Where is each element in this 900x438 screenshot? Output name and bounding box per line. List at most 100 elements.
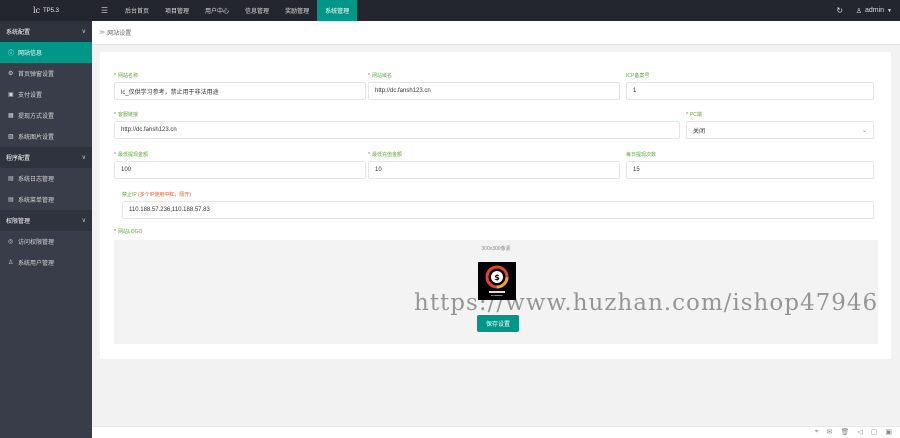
sound-icon[interactable]: ◁ (857, 428, 862, 436)
target-icon: ◎ (8, 239, 14, 245)
sidebar-group-program-config[interactable]: 程序配置 ∨ (0, 147, 92, 168)
top-bar: lc TP5.3 ☰ 后台首页 项目管理 用户中心 信息管理 奖励管理 系统管理… (0, 0, 900, 21)
chevron-down-icon: ⌄ (861, 127, 867, 134)
top-right-tools: ↻ ♙ admin ▼ (828, 0, 900, 21)
min-withdraw-label: 最低提现金额 (117, 152, 148, 158)
sidebar-item-label: 系统日志管理 (18, 177, 55, 183)
pc-end-select[interactable]: 关闭 ⌄ (686, 121, 874, 139)
site-name-input[interactable]: lc_仅供学习参考，禁止用于非法用途 (114, 82, 366, 100)
min-recharge-label: 最低充值金额 (371, 152, 402, 158)
sidebar-item-label: 访问权限管理 (18, 240, 55, 246)
sidebar-item-label: 系统用户管理 (18, 261, 55, 267)
daily-withdraw-input[interactable]: 15 (626, 161, 874, 179)
fullscreen-icon[interactable]: ▣ (885, 428, 892, 436)
logo-text: TP5.3 (43, 7, 60, 14)
sidebar-group-label: 程序配置 (6, 156, 31, 162)
min-withdraw-input[interactable]: 100 (114, 161, 366, 179)
app-logo[interactable]: lc TP5.3 (0, 0, 92, 21)
sidebar-item-site-info[interactable]: ⓘ 网站信息 (0, 42, 92, 63)
logo-label: 网站LOGO (117, 229, 143, 235)
ban-ip-hint: (多个IP使用中杠，隔开) (138, 192, 192, 198)
watermark-text: https://www.huzhan.com/ishop47946 (414, 290, 879, 316)
message-icon[interactable]: ✉ (827, 428, 833, 436)
chevron-down-icon: ∨ (81, 218, 86, 224)
payment-icon: ▣ (8, 92, 14, 98)
logo-mark: lc (32, 6, 41, 15)
footer-tools: ⌖ ✉ 🗑 ◁ ▢ ▣ (815, 428, 892, 436)
sidebar-group-label: 权限管理 (6, 219, 31, 225)
min-recharge-input[interactable]: 10 (368, 161, 620, 179)
save-button[interactable]: 保存设置 (477, 315, 519, 332)
sidebar-item-label: 提现方式设置 (18, 114, 55, 120)
sidebar-item-label: 网站信息 (18, 51, 43, 57)
download-link-label: 客服链接 (117, 112, 138, 118)
user-menu[interactable]: ♙ admin ▼ (852, 7, 900, 15)
sidebar-item-label: 系统菜单管理 (18, 198, 55, 204)
trash-icon[interactable]: 🗑 (840, 428, 849, 436)
footer-bar: ⌖ ✉ 🗑 ◁ ▢ ▣ (92, 426, 900, 438)
sidebar-item-image-settings[interactable]: ▨ 系统图片设置 (0, 126, 92, 147)
daily-withdraw-field: 每日提现次数 15 (626, 151, 874, 179)
sidebar-item-withdraw-settings[interactable]: ▦ 提现方式设置 (0, 105, 92, 126)
breadcrumb-label: 网站设置 (107, 31, 132, 37)
nav-item-system[interactable]: 系统管理 (317, 0, 358, 21)
pc-end-field: * PC端 关闭 ⌄ (686, 111, 874, 139)
window-icon[interactable]: ▢ (871, 428, 878, 436)
top-nav: 后台首页 项目管理 用户中心 信息管理 奖励管理 系统管理 (117, 0, 358, 21)
sidebar-item-label: 支付设置 (18, 93, 43, 99)
svg-text:$: $ (494, 273, 500, 282)
min-recharge-field: * 最低充值金额 10 (368, 151, 620, 179)
sidebar-group-system-config[interactable]: 系统配置 ∨ (0, 21, 92, 42)
sidebar-group-permissions[interactable]: 权限管理 ∨ (0, 210, 92, 231)
icp-field: ICP备案号 1 (626, 72, 874, 100)
icp-input[interactable]: 1 (626, 82, 874, 100)
logo-size-hint: 300x300像素 (481, 246, 511, 252)
daily-withdraw-label: 每日提现次数 (626, 152, 657, 158)
sidebar-item-popup-settings[interactable]: ⚙ 首页弹窗设置 (0, 63, 92, 84)
user-icon: ♙ (855, 7, 862, 15)
nav-item-users[interactable]: 用户中心 (197, 0, 237, 21)
sidebar: 系统配置 ∨ ⓘ 网站信息 ⚙ 首页弹窗设置 ▣ 支付设置 ▦ 提现方式设置 ▨… (0, 21, 92, 438)
site-name-field: * 网站名称 lc_仅供学习参考，禁止用于非法用途 (114, 72, 366, 100)
info-icon: ⓘ (8, 51, 15, 57)
sidebar-group-label: 系统配置 (6, 30, 31, 36)
site-name-label: 网站名称 (117, 73, 138, 79)
pc-end-value: 关闭 (693, 128, 706, 135)
breadcrumb: ≫ 网站设置 (92, 21, 900, 45)
refresh-icon[interactable]: ↻ (828, 0, 852, 21)
ban-ip-field: 禁止IP (多个IP使用中杠，隔开) 110.188.57.236,110.18… (122, 191, 874, 219)
main-content: ≫ 网站设置 * 网站名称 lc_仅供学习参考，禁止用于非法用途 * 网站域名 ht… (92, 21, 900, 426)
gear-icon: ⚙ (8, 71, 14, 77)
locate-icon[interactable]: ⌖ (815, 428, 819, 436)
download-link-input[interactable]: http://dc.fansh123.cn (114, 121, 680, 139)
sidebar-item-menu-management[interactable]: ▤ 系统菜单管理 (0, 189, 92, 210)
nav-item-home[interactable]: 后台首页 (117, 0, 157, 21)
log-icon: ▤ (8, 176, 14, 182)
download-link-field: * 客服链接 http://dc.fansh123.cn (114, 111, 680, 139)
ban-ip-input[interactable]: 110.188.57.236,110.188.57.83 (122, 201, 874, 219)
image-icon: ▨ (8, 134, 14, 140)
site-domain-label: 网站域名 (371, 73, 392, 79)
sidebar-item-log-management[interactable]: ▤ 系统日志管理 (0, 168, 92, 189)
icp-label: ICP备案号 (626, 73, 650, 79)
sidebar-item-payment-settings[interactable]: ▣ 支付设置 (0, 84, 92, 105)
nav-item-info[interactable]: 信息管理 (237, 0, 277, 21)
breadcrumb-separator-icon: ≫ (99, 30, 106, 36)
sidebar-item-access-permissions[interactable]: ◎ 访问权限管理 (0, 231, 92, 252)
withdraw-icon: ▦ (8, 113, 14, 119)
site-domain-input[interactable]: http://dc.fansh123.cn (368, 82, 620, 100)
ban-ip-label: 禁止IP (122, 192, 137, 198)
min-withdraw-field: * 最低提现金额 100 (114, 151, 366, 179)
nav-item-rewards[interactable]: 奖励管理 (277, 0, 317, 21)
sidebar-item-label: 首页弹窗设置 (18, 72, 55, 78)
sidebar-item-system-users[interactable]: ♙ 系统用户管理 (0, 252, 92, 273)
user-icon: ♙ (8, 260, 14, 266)
menu-toggle-icon[interactable]: ☰ (92, 0, 117, 21)
chevron-down-icon: ∨ (81, 29, 86, 35)
pc-end-label: PC端 (689, 112, 702, 118)
nav-item-projects[interactable]: 项目管理 (157, 0, 197, 21)
menu-icon: ▤ (8, 197, 14, 203)
sidebar-item-label: 系统图片设置 (18, 135, 55, 141)
caret-down-icon: ▼ (887, 7, 892, 14)
username: admin (864, 7, 885, 14)
